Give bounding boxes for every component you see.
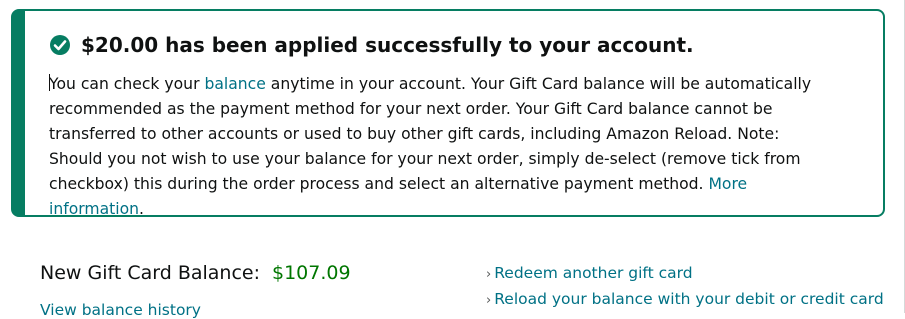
chevron-right-icon: › <box>486 267 492 282</box>
reload-balance-link[interactable]: › Reload your balance with your debit or … <box>486 287 884 313</box>
redeem-gift-card-label: Redeem another gift card <box>494 264 693 282</box>
action-links: › Redeem another gift card › Reload your b… <box>486 261 884 313</box>
chevron-right-icon: › <box>486 293 492 308</box>
reload-balance-label: Reload your balance with your debit or c… <box>494 290 884 308</box>
view-balance-history-link[interactable]: View balance history <box>40 301 201 319</box>
alert-body-end: . <box>139 200 144 218</box>
balance-link[interactable]: balance <box>204 75 265 93</box>
balance-label: New Gift Card Balance: <box>40 262 260 284</box>
success-alert: $20.00 has been applied successfully to … <box>11 9 885 218</box>
alert-heading-text: $20.00 has been applied successfully to … <box>81 33 694 57</box>
alert-body-start: You can check your <box>49 75 205 93</box>
gift-card-balance: New Gift Card Balance: $107.09 <box>40 262 351 284</box>
alert-body: You can check your balance anytime in yo… <box>49 72 817 222</box>
redeem-gift-card-link[interactable]: › Redeem another gift card <box>486 261 884 287</box>
balance-amount: $107.09 <box>272 262 351 284</box>
alert-heading: $20.00 has been applied successfully to … <box>49 33 694 57</box>
check-circle-icon <box>49 34 71 56</box>
